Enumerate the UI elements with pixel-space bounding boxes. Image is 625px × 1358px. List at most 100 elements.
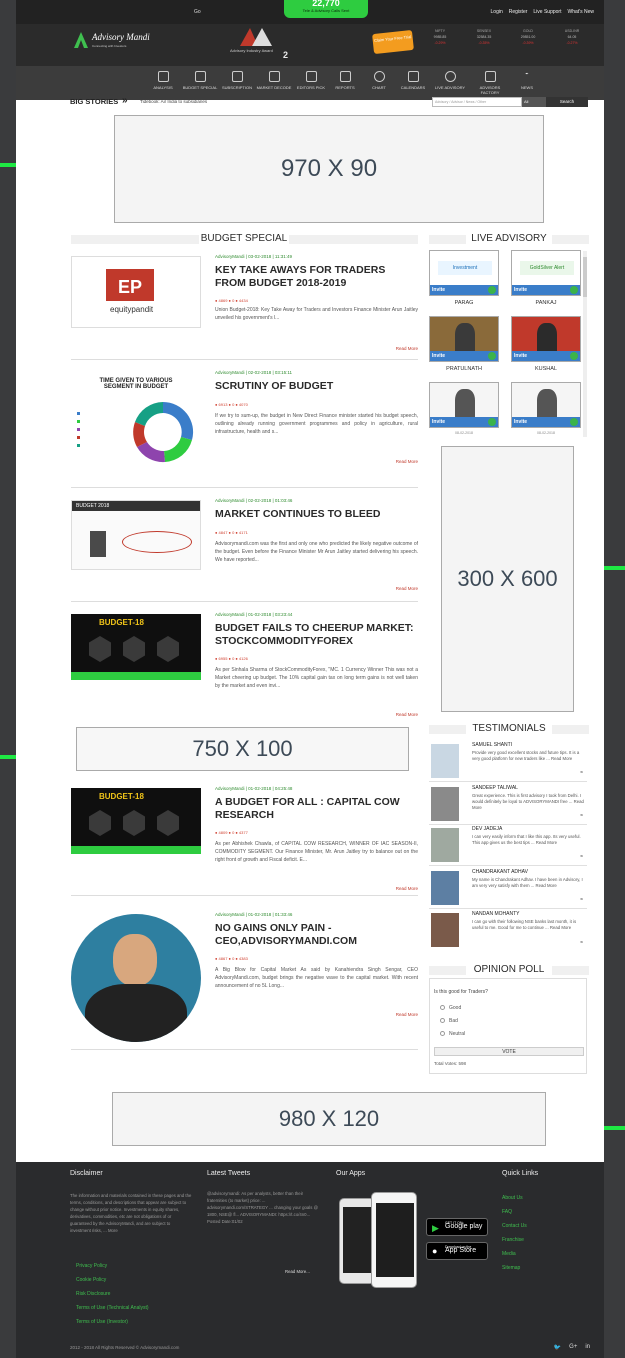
article-thumbnail[interactable]: BUDGET 2018 [71,500,201,570]
tweets-read-more-link[interactable]: Read More... [285,1268,310,1275]
read-more-link[interactable]: Read More [396,712,418,717]
testimonial-item[interactable]: CHANDRAKANT ADHAV My name is Chandrakant… [429,869,587,909]
testimonial-item[interactable]: SAMUEL SHANTI Provide very good excellen… [429,742,587,782]
cookie-policy-link[interactable]: Cookie Policy [76,1277,106,1283]
advisor-card[interactable]: Invite [429,382,499,428]
site-logo[interactable]: Advisory Mandi Connecting with Investors [72,30,162,54]
testimonial-item[interactable]: DEV JADEJA I can very easily inform that… [429,826,587,866]
scrollbar-thumb[interactable] [583,257,587,297]
poll-question: Is this good for Traders? [434,989,488,995]
nav-reports[interactable]: REPORTS [328,66,362,100]
article-card[interactable]: AdvisoryMandi | 01-02-2018 | 01:33:46 NO… [71,912,418,1050]
app-store-badge[interactable]: ● Download on the App Store [426,1242,488,1260]
article-card[interactable]: EP equitypandit AdvisoryMandi | 03-02-20… [71,254,418,360]
ad-banner-mid[interactable]: 750 X 100 [76,727,409,771]
article-card[interactable]: TIME GIVEN TO VARIOUS SEGMENT IN BUDGET … [71,370,418,488]
article-card[interactable]: BUDGET-18 AdvisoryMandi | 01-02-2018 | 0… [71,612,418,722]
claim-trial-button[interactable]: Claim Your Free Trial [372,29,414,55]
read-more-link[interactable]: Read More [396,1012,418,1017]
read-more-link[interactable]: Read More [396,886,418,891]
risk-disclosure-link[interactable]: Risk Disclosure [76,1291,110,1297]
quote-icon: ❞ [580,941,583,947]
article-title[interactable]: NO GAINS ONLY PAIN -CEO,ADVISORYMANDI.CO… [215,922,415,948]
testimonial-text: Great experience. This is first advisory… [472,793,584,810]
poll-option-bad[interactable]: Bad [440,1018,458,1024]
nav-advisors-factory[interactable]: ADVISORS FACTORY [470,66,510,100]
article-thumbnail[interactable]: TIME GIVEN TO VARIOUS SEGMENT IN BUDGET [71,372,201,472]
quick-link-contact[interactable]: Contact Us [502,1223,527,1229]
article-thumbnail[interactable]: BUDGET-18 [71,614,201,680]
read-more-link[interactable]: Read More [396,346,418,351]
google-play-badge[interactable]: ▶ GET IT ON Google play [426,1218,488,1236]
testimonial-item[interactable]: SANDEEP TALIWAL Great experience. This i… [429,785,587,825]
article-excerpt: As per Sinhala Sharma of StockCommodityF… [215,667,418,689]
nav-subscription[interactable]: SUBSCRIPTION [220,66,254,100]
article-card[interactable]: BUDGET 2018 AdvisoryMandi | 02-02-2018 |… [71,498,418,602]
ad-sidebar[interactable]: 300 X 600 [441,446,574,712]
decode-icon [268,71,280,82]
quick-link-franchise[interactable]: Franchise [502,1237,524,1243]
linkedin-icon[interactable]: in [585,1344,590,1351]
nav-calendars[interactable]: CALENDARS [396,66,430,100]
nav-budget-special[interactable]: BUDGET SPECIAL [180,66,220,100]
google-plus-icon[interactable]: G+ [569,1344,577,1351]
privacy-policy-link[interactable]: Privacy Policy [76,1263,107,1269]
double-chevron-right-icon: » [122,95,128,106]
article-card[interactable]: BUDGET-18 AdvisoryMandi | 01-02-2018 | 0… [71,786,418,896]
article-title[interactable]: BUDGET FAILS TO CHEERUP MARKET: STOCKCOM… [215,622,415,648]
language-selector[interactable]: Go [194,9,201,15]
quick-link-sitemap[interactable]: Sitemap [502,1265,520,1271]
nav-market-decode[interactable]: MARKET DECODE [254,66,294,100]
award-badge[interactable]: Advisory Industry Award 2 [226,24,288,64]
advisor-card[interactable]: Invite [511,382,581,428]
search-input[interactable]: Advisory / Advisor / News / Other [432,97,522,107]
terms-technical-link[interactable]: Terms of Use (Technical Analyst) [76,1305,149,1311]
login-link[interactable]: Login [491,9,503,15]
article-title[interactable]: KEY TAKE AWAYS FOR TRADERS FROM BUDGET 2… [215,264,415,290]
nav-analysis[interactable]: ANALYSIS [146,66,180,100]
quick-link-media[interactable]: Media [502,1251,516,1257]
read-more-link[interactable]: Read More [396,586,418,591]
article-title[interactable]: A BUDGET FOR ALL : CAPITAL COW RESEARCH [215,796,415,822]
ad-banner-bottom[interactable]: 980 X 120 [112,1092,546,1146]
live-support-link[interactable]: Live Support [533,9,561,15]
advisor-card[interactable]: Investment Invite [429,250,499,296]
terms-investor-link[interactable]: Terms of Use (Investor) [76,1319,128,1325]
twitter-icon[interactable]: 🐦 [554,1344,561,1351]
poll-option-good[interactable]: Good [440,1005,461,1011]
latest-tweets-heading: Latest Tweets [207,1170,251,1177]
article-thumbnail[interactable]: EP equitypandit [71,256,201,328]
article-title[interactable]: SCRUTINY OF BUDGET [215,380,415,393]
quick-link-faq[interactable]: FAQ [502,1209,512,1215]
quick-link-about[interactable]: About Us [502,1195,523,1201]
ad-banner-top[interactable]: 970 X 90 [114,115,544,223]
header: Advisory Mandi Connecting with Investors… [16,24,604,66]
search-category-select[interactable]: All [522,97,546,107]
search-button[interactable]: Search [546,97,588,107]
register-link[interactable]: Register [509,9,528,15]
nav-chart[interactable]: CHART [362,66,396,100]
person-avatar [89,636,111,662]
testimonial-item[interactable]: NANDAN MOHANTY I can go with their follo… [429,911,587,951]
phone-screen [376,1203,414,1277]
quote-nifty: NIFTY 9985.85 -0.29% [433,29,447,45]
article-thumbnail[interactable]: BUDGET-18 [71,788,201,854]
article-meta: AdvisoryMandi | 01-02-2018 | 01:33:46 [215,912,293,917]
advisor-card[interactable]: Invite [511,316,581,362]
testimonial-text: Provide very good excellent stocks and f… [472,750,580,761]
nav-live-advisory[interactable]: LIVE ADVISORY [430,66,470,100]
advisory-scrollbar[interactable] [583,251,587,437]
advisor-card[interactable]: Invite [429,316,499,362]
vote-button[interactable]: VOTE [434,1047,584,1056]
avatar [431,913,459,947]
nav-news[interactable]: ✒ NEWS [510,66,544,100]
testimonial-text: My name is Chandrakant Adhav. I have bee… [472,877,583,888]
read-more-link[interactable]: Read More [396,459,418,464]
article-title[interactable]: MARKET CONTINUES TO BLEED [215,508,415,521]
advisor-card[interactable]: GoldSilver Alert Invite [511,250,581,296]
whats-new-link[interactable]: What's New [567,9,594,15]
poll-option-neutral[interactable]: Neutral [440,1031,465,1037]
nav-editors-pick[interactable]: EDITORS PICK [294,66,328,100]
article-thumbnail[interactable] [71,914,201,1042]
big-stories-ticker[interactable]: Tidebook: Air India to subsidiaries [140,99,207,104]
